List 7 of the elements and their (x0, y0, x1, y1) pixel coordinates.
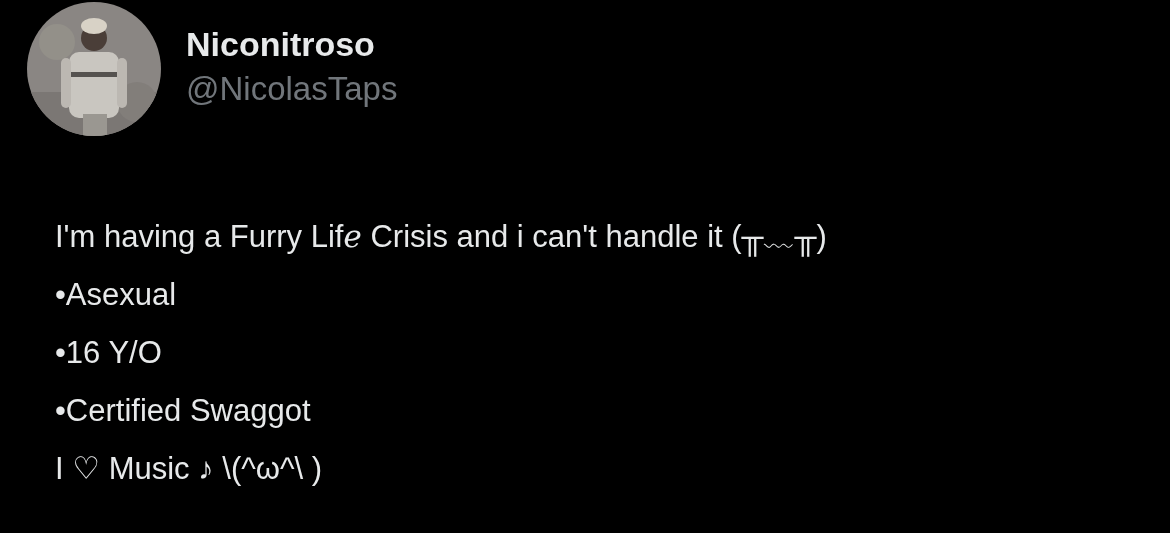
tweet-text-line: I'm having a Furry Lifℯ Crisis and i can't handle it (╥﹏╥) (55, 208, 827, 266)
tweet-text-line: I ♡ Music ♪ \(^ω^\ ) (55, 450, 323, 488)
tweet-text-line: •Certified Swaggot (55, 392, 311, 430)
display-name[interactable]: Niconitroso (186, 22, 375, 66)
tweet-text-line: •16 Y/O (55, 334, 162, 372)
user-handle[interactable]: @NicolasTaps (186, 66, 398, 112)
tweet-text-line: •Asexual (55, 276, 177, 314)
